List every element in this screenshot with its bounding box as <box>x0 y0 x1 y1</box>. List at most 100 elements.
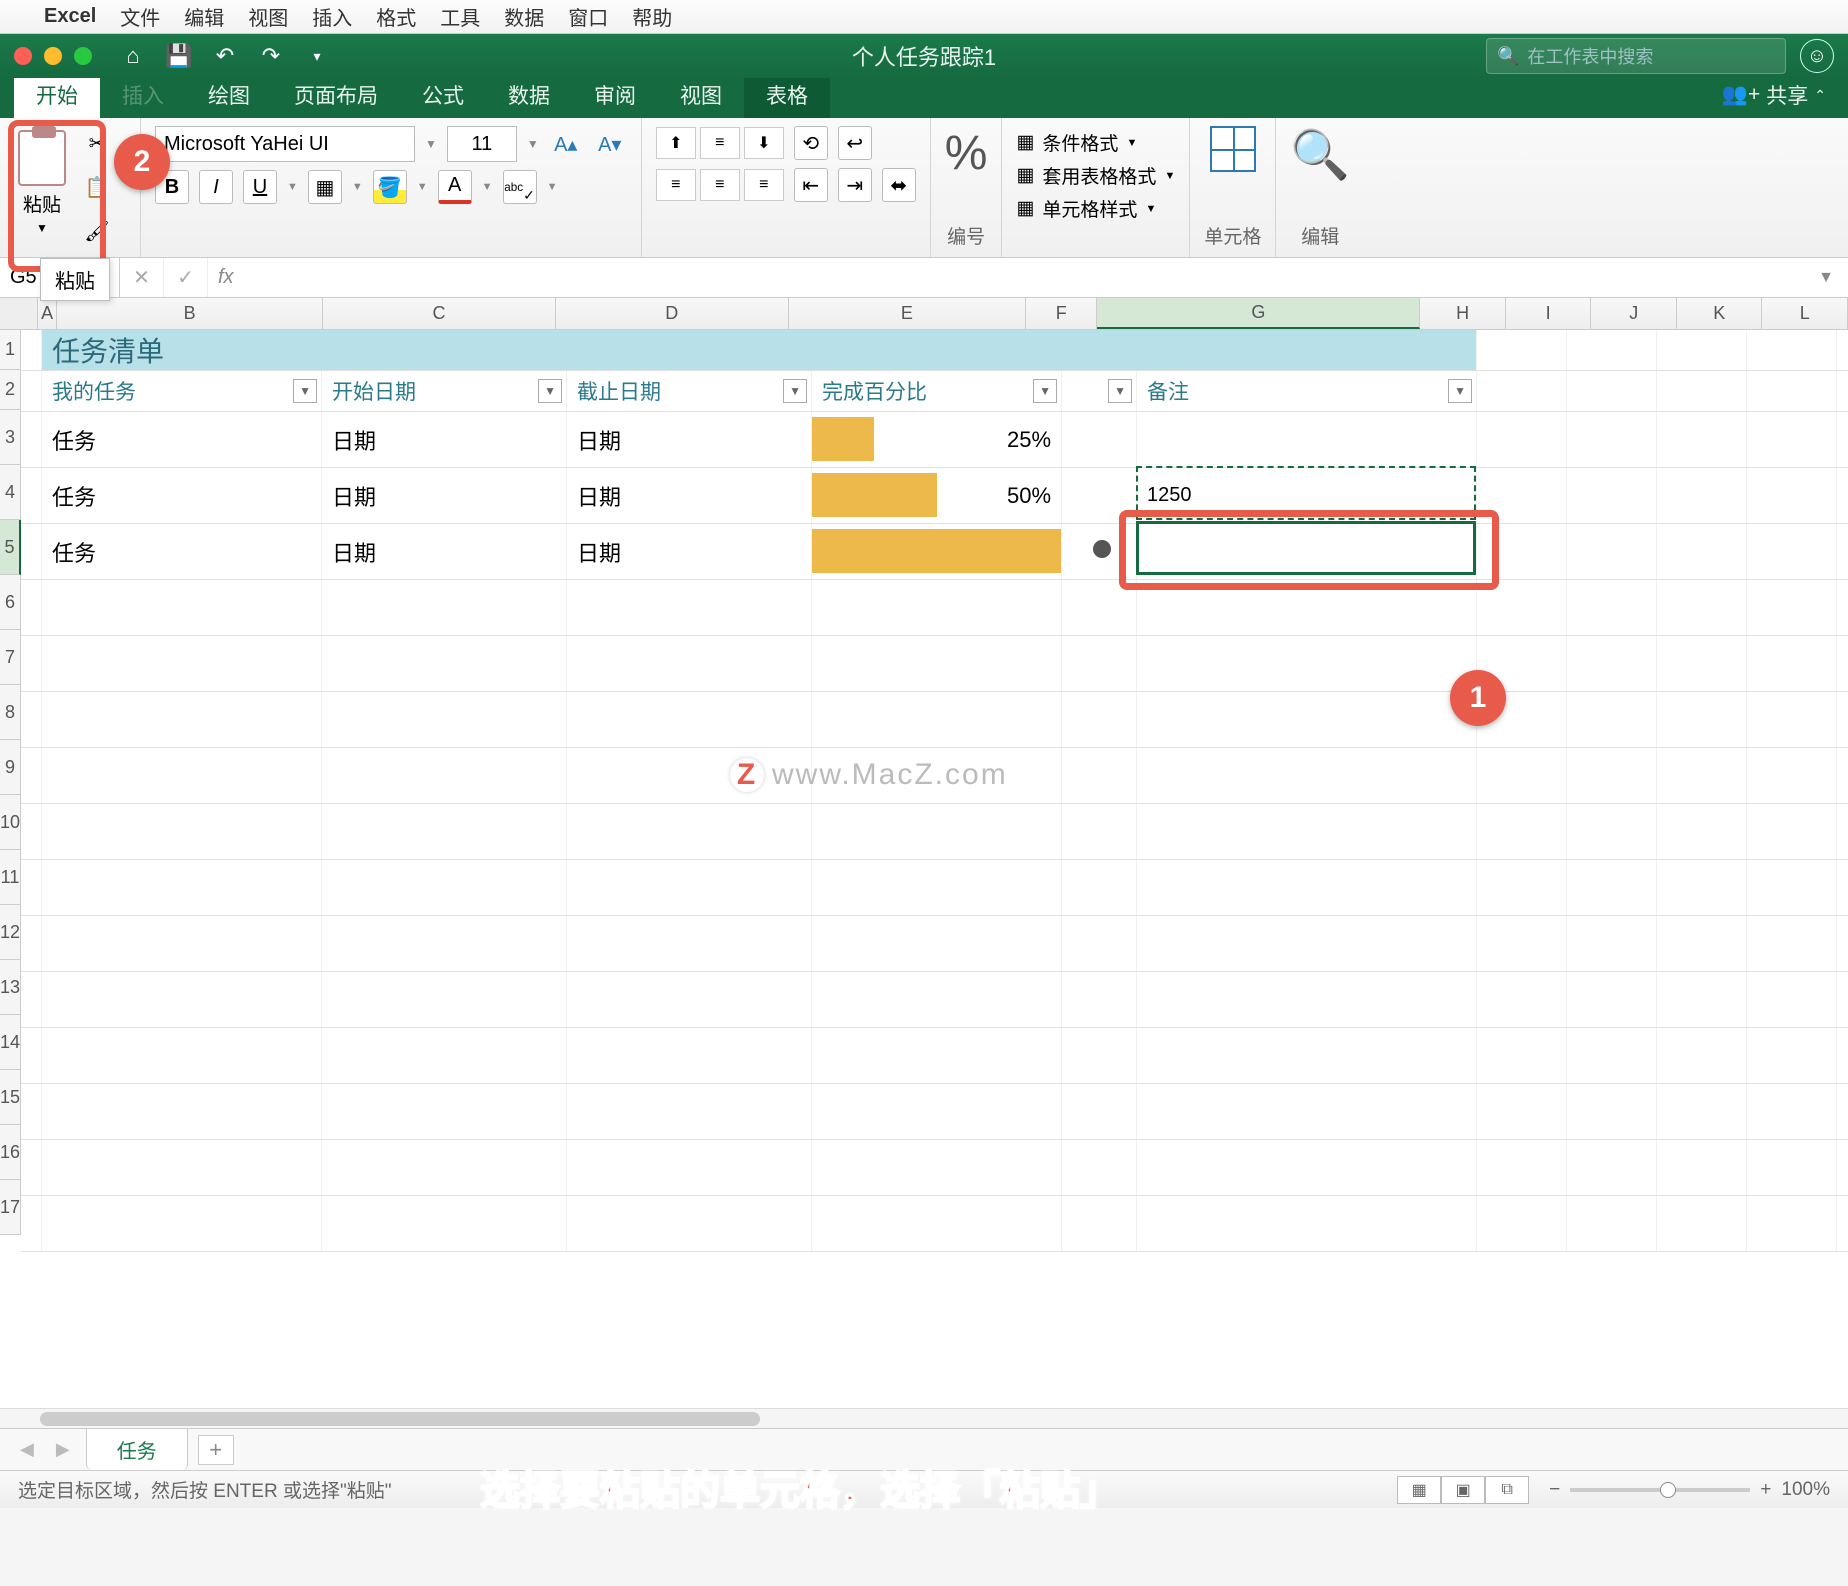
sheet-tab[interactable]: 任务 <box>86 1428 188 1470</box>
wrap-text-button[interactable]: ↩ <box>838 126 872 160</box>
formula-input[interactable] <box>244 258 1805 297</box>
increase-indent-button[interactable]: ⇥ <box>838 168 872 202</box>
table-row[interactable]: 任务 日期 日期 50% 1250 <box>21 468 1848 524</box>
row-header-6[interactable]: 6 <box>0 575 21 630</box>
row-header-10[interactable]: 10 <box>0 795 21 850</box>
menu-view[interactable]: 视图 <box>248 2 288 31</box>
filter-button[interactable]: ▼ <box>1108 379 1132 403</box>
format-painter-icon[interactable]: 🖌 <box>80 214 114 248</box>
col-header-I[interactable]: I <box>1506 298 1592 329</box>
font-color-button[interactable]: A <box>438 170 472 204</box>
row-header-17[interactable]: 17 <box>0 1180 21 1235</box>
table-row[interactable] <box>21 804 1848 860</box>
cell-styles-button[interactable]: ▦ 单元格样式 ▼ <box>1016 195 1175 222</box>
scrollbar-thumb[interactable] <box>40 1412 760 1426</box>
normal-view-button[interactable]: ▦ <box>1397 1476 1441 1504</box>
prev-sheet-button[interactable]: ◀ <box>14 1439 40 1460</box>
tab-draw[interactable]: 绘图 <box>186 72 272 118</box>
tab-table[interactable]: 表格 <box>744 72 830 118</box>
table-title[interactable]: 任务清单 <box>42 330 1477 370</box>
tab-formulas[interactable]: 公式 <box>400 72 486 118</box>
app-name[interactable]: Excel <box>44 5 96 28</box>
tab-view[interactable]: 视图 <box>658 72 744 118</box>
font-size-select[interactable] <box>447 126 517 162</box>
align-middle-button[interactable]: ≡ <box>700 127 740 159</box>
filter-button[interactable]: ▼ <box>538 379 562 403</box>
underline-button[interactable]: U <box>243 170 277 204</box>
row-header-13[interactable]: 13 <box>0 960 21 1015</box>
menu-file[interactable]: 文件 <box>120 2 160 31</box>
menu-format[interactable]: 格式 <box>376 2 416 31</box>
cells-icon[interactable] <box>1210 126 1256 172</box>
align-left-button[interactable]: ≡ <box>656 169 696 201</box>
paste-button[interactable]: 粘贴 ▼ <box>14 126 70 239</box>
borders-button[interactable]: ▦ <box>308 170 342 204</box>
row-header-8[interactable]: 8 <box>0 685 21 740</box>
table-row[interactable] <box>21 916 1848 972</box>
home-icon[interactable]: ⌂ <box>120 43 146 69</box>
table-row[interactable] <box>21 860 1848 916</box>
orientation-button[interactable]: ⟲ <box>794 126 828 160</box>
col-header-G[interactable]: G <box>1097 298 1420 329</box>
share-button[interactable]: 👥+ 共享 ⌃ <box>1700 72 1848 118</box>
select-all-corner[interactable] <box>0 298 38 329</box>
expand-formula-icon[interactable]: ▼ <box>1804 269 1848 287</box>
row-header-1[interactable]: 1 <box>0 330 21 370</box>
tab-data[interactable]: 数据 <box>486 72 572 118</box>
zoom-in-button[interactable]: + <box>1760 1479 1771 1501</box>
confirm-formula-button[interactable]: ✓ <box>164 258 208 297</box>
table-row[interactable] <box>21 1084 1848 1140</box>
table-row[interactable] <box>21 580 1848 636</box>
col-header-F[interactable]: F <box>1026 298 1097 329</box>
find-icon[interactable]: 🔍 <box>1290 126 1350 183</box>
menu-edit[interactable]: 编辑 <box>184 2 224 31</box>
table-row[interactable] <box>21 748 1848 804</box>
italic-button[interactable]: I <box>199 170 233 204</box>
zoom-level[interactable]: 100% <box>1781 1479 1830 1501</box>
chevron-down-icon[interactable]: ▼ <box>36 221 48 235</box>
cut-icon[interactable]: ✂ <box>80 126 114 160</box>
undo-icon[interactable]: ↶ <box>212 43 238 69</box>
horizontal-scrollbar[interactable] <box>0 1408 1848 1428</box>
header-pct[interactable]: 完成百分比▼ <box>812 371 1062 411</box>
col-header-H[interactable]: H <box>1420 298 1506 329</box>
decrease-indent-button[interactable]: ⇤ <box>794 168 828 202</box>
qat-more-icon[interactable]: ▾ <box>304 43 330 69</box>
col-header-L[interactable]: L <box>1762 298 1848 329</box>
increase-font-icon[interactable]: A▴ <box>549 127 583 161</box>
header-blank[interactable]: ▼ <box>1062 371 1137 411</box>
decrease-font-icon[interactable]: A▾ <box>593 127 627 161</box>
merge-button[interactable]: ⬌ <box>882 168 916 202</box>
row-header-15[interactable]: 15 <box>0 1070 21 1125</box>
align-bottom-button[interactable]: ⬇ <box>744 127 784 159</box>
table-row[interactable] <box>21 1140 1848 1196</box>
row-header-5[interactable]: 5 <box>0 520 21 575</box>
table-row[interactable] <box>21 692 1848 748</box>
cancel-formula-button[interactable]: ✕ <box>120 258 164 297</box>
filter-button[interactable]: ▼ <box>783 379 807 403</box>
conditional-format-button[interactable]: ▦ 条件格式 ▼ <box>1016 129 1175 156</box>
row-header-2[interactable]: 2 <box>0 370 21 410</box>
col-header-J[interactable]: J <box>1591 298 1677 329</box>
menu-window[interactable]: 窗口 <box>568 2 608 31</box>
fill-color-button[interactable]: 🪣 <box>373 170 407 204</box>
align-right-button[interactable]: ≡ <box>744 169 784 201</box>
zoom-slider[interactable] <box>1570 1488 1750 1492</box>
table-row[interactable] <box>21 1028 1848 1084</box>
grid[interactable]: 任务清单 我的任务▼ 开始日期▼ 截止日期▼ 完成百分比▼ ▼ 备注▼ 任务 日… <box>21 330 1848 1252</box>
row-header-11[interactable]: 11 <box>0 850 21 905</box>
row-header-9[interactable]: 9 <box>0 740 21 795</box>
header-start[interactable]: 开始日期▼ <box>322 371 567 411</box>
close-window-button[interactable] <box>14 47 32 65</box>
col-header-E[interactable]: E <box>789 298 1027 329</box>
table-row[interactable] <box>21 1196 1848 1252</box>
align-center-button[interactable]: ≡ <box>700 169 740 201</box>
percent-format-icon[interactable]: % <box>945 126 988 181</box>
menu-help[interactable]: 帮助 <box>632 2 672 31</box>
row-header-4[interactable]: 4 <box>0 465 21 520</box>
phonetic-button[interactable]: abc✓ <box>503 170 537 204</box>
filter-button[interactable]: ▼ <box>1448 379 1472 403</box>
tab-layout[interactable]: 页面布局 <box>272 72 400 118</box>
menu-data[interactable]: 数据 <box>504 2 544 31</box>
row-header-7[interactable]: 7 <box>0 630 21 685</box>
